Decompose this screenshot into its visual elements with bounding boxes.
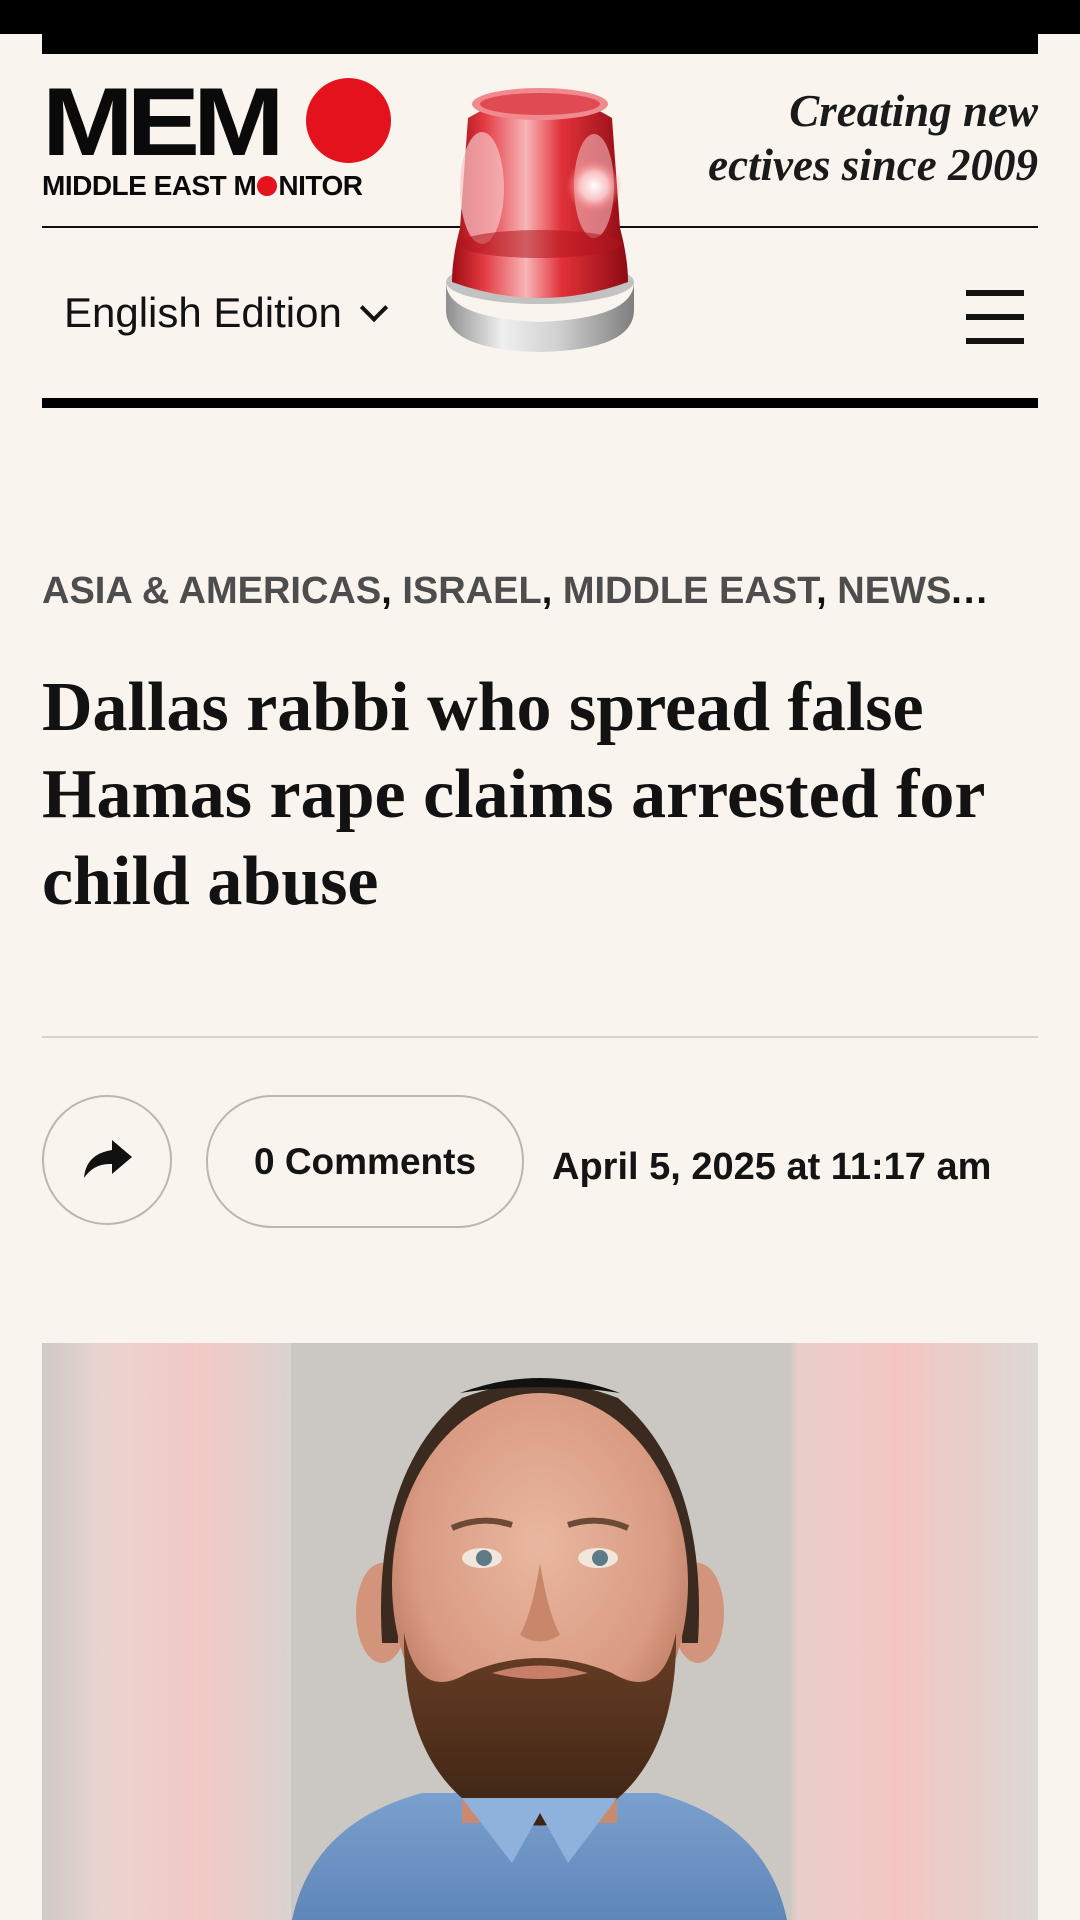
logo-o-dot	[257, 176, 278, 196]
top-rule	[42, 34, 1038, 54]
category-separator: ,	[816, 570, 838, 612]
share-button[interactable]	[42, 1095, 172, 1225]
tagline-line-1: Creating new	[789, 86, 1038, 136]
top-black-strip	[0, 0, 1080, 34]
mugshot-photo	[292, 1378, 787, 1920]
tagline-line-2: ectives since 2009	[708, 140, 1038, 190]
category-list: ASIA & AMERICAS, ISRAEL, MIDDLE EAST, NE…	[42, 566, 1038, 616]
category-separator: ,	[541, 570, 563, 612]
edition-label: English Edition	[64, 289, 342, 336]
article-photo[interactable]	[42, 1343, 1038, 1920]
edition-dropdown[interactable]: English Edition	[64, 283, 388, 343]
chevron-down-icon	[359, 293, 388, 323]
category-link[interactable]: MIDDLE EAST	[563, 570, 816, 612]
category-link[interactable]: ISRAEL	[402, 570, 541, 612]
category-link[interactable]: ASIA & AMERICAS	[42, 570, 381, 612]
comments-button[interactable]: 0 Comments	[206, 1095, 524, 1228]
nav-divider	[42, 398, 1038, 408]
logo-red-dot	[306, 78, 391, 163]
categories-more-ellipsis[interactable]: ...	[951, 570, 989, 612]
category-link[interactable]: NEWS	[837, 570, 951, 612]
site-tagline: Creating new ectives since 2009	[708, 84, 1038, 192]
memo-logo[interactable]: MEM MIDDLE EAST M NITOR	[42, 74, 402, 204]
publish-date: April 5, 2025 at 11:17 am	[552, 1146, 992, 1188]
share-arrow-icon	[84, 1140, 132, 1178]
red-siren-light-icon	[446, 88, 634, 352]
hamburger-menu-icon[interactable]	[966, 290, 1024, 344]
category-separator: ,	[381, 570, 403, 612]
article-headline: Dallas rabbi who spread false Hamas rape…	[42, 669, 985, 920]
logo-subtitle-start: MIDDLE EAST M	[42, 170, 257, 201]
logo-subtitle-end: NITOR	[278, 170, 363, 201]
logo-wordmark: MEM	[42, 67, 285, 177]
headline-divider	[42, 1036, 1038, 1038]
logo-subtitle: MIDDLE EAST M NITOR	[42, 170, 363, 202]
